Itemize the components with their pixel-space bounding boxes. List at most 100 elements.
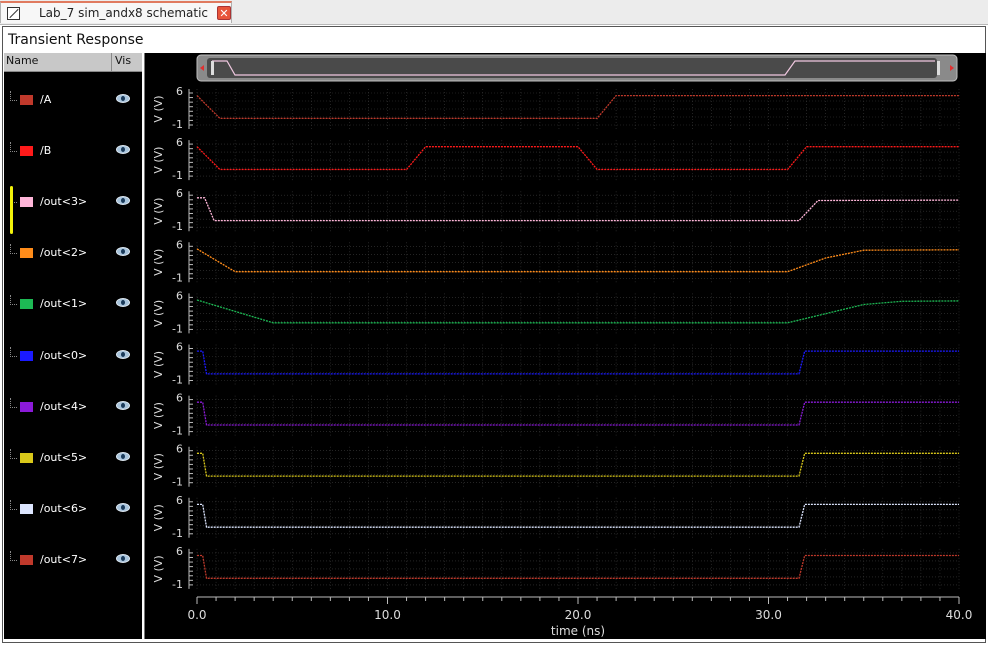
signal-name: /out<6> [40, 502, 88, 515]
schematic-icon [7, 7, 20, 20]
signal-name: /out<5> [40, 451, 88, 464]
y-axis-label: V (V) [152, 351, 165, 378]
tree-connector [10, 142, 17, 152]
y-tick-label: -1 [172, 476, 183, 489]
signal-color-swatch [20, 402, 33, 412]
signal-row[interactable]: /out<3> [4, 193, 142, 213]
signal-color-swatch [20, 453, 33, 463]
y-tick-label: 6 [176, 545, 183, 558]
y-axis-label: V (V) [152, 555, 165, 582]
tree-connector [10, 91, 17, 101]
signal-name: /out<1> [40, 297, 88, 310]
signal-row[interactable]: /out<1> [4, 295, 142, 315]
signal-row[interactable]: /A [4, 91, 142, 111]
visibility-eye-icon[interactable] [116, 247, 130, 256]
signal-name: /out<7> [40, 553, 88, 566]
signal-name: /out<4> [40, 400, 88, 413]
transient-chart: 6 -1 V (V) 6 -1 V (V) 6 -1 V (V) 6 -1 V (V) 6 -1 V (V)… [152, 54, 973, 638]
signal-name: /out<3> [40, 195, 88, 208]
y-tick-label: 6 [176, 494, 183, 507]
visibility-eye-icon[interactable] [116, 503, 130, 512]
y-tick-label: 6 [176, 341, 183, 354]
signal-color-swatch [20, 197, 33, 207]
signal-color-swatch [20, 504, 33, 514]
y-tick-label: 6 [176, 187, 183, 200]
visibility-eye-icon[interactable] [116, 94, 130, 103]
y-tick-label: -1 [172, 425, 183, 438]
y-tick-label: -1 [172, 322, 183, 335]
tree-connector [10, 500, 17, 510]
x-tick-label: 20.0 [565, 608, 592, 622]
signal-color-swatch [20, 555, 33, 565]
tree-connector [10, 398, 17, 408]
signal-row[interactable]: /out<2> [4, 244, 142, 264]
tree-connector [10, 295, 17, 305]
tree-connector [10, 449, 17, 459]
tree-connector [10, 244, 17, 254]
x-tick-label: 0.0 [187, 608, 206, 622]
y-tick-label: 6 [176, 136, 183, 149]
panel-title: Transient Response [8, 32, 144, 48]
y-axis-label: V (V) [152, 453, 165, 480]
y-tick-label: -1 [172, 374, 183, 387]
series-line [196, 248, 960, 273]
y-tick-label: -1 [172, 118, 183, 131]
signal-color-swatch [20, 299, 33, 309]
y-tick-label: -1 [172, 271, 183, 284]
scroll-handle-left[interactable] [211, 61, 214, 75]
signal-color-swatch [20, 248, 33, 258]
y-axis-label: V (V) [152, 147, 165, 174]
signal-row[interactable]: /B [4, 142, 142, 162]
visibility-eye-icon[interactable] [116, 452, 130, 461]
signal-color-swatch [20, 146, 33, 156]
signal-name: /out<2> [40, 246, 88, 259]
y-axis-label: V (V) [152, 249, 165, 276]
signal-color-swatch [20, 351, 33, 361]
y-axis-label: V (V) [152, 504, 165, 531]
signal-row[interactable]: /out<6> [4, 500, 142, 520]
visibility-eye-icon[interactable] [116, 350, 130, 359]
signal-name: /out<0> [40, 349, 88, 362]
column-name-header[interactable]: Name [6, 54, 38, 67]
visibility-eye-icon[interactable] [116, 196, 130, 205]
visibility-eye-icon[interactable] [116, 554, 130, 563]
visibility-eye-icon[interactable] [116, 145, 130, 154]
signal-row[interactable]: /out<7> [4, 551, 142, 571]
x-tick-label: 10.0 [374, 608, 401, 622]
signal-color-swatch [20, 95, 33, 105]
y-tick-label: -1 [172, 220, 183, 233]
signal-name: /A [40, 93, 52, 106]
y-axis-label: V (V) [152, 300, 165, 327]
tab-bar: Lab_7 sim_andx8 schematic ✕ [0, 0, 988, 25]
y-tick-label: -1 [172, 169, 183, 182]
signal-row[interactable]: /out<4> [4, 398, 142, 418]
y-axis-label: V (V) [152, 198, 165, 225]
x-axis-label: time (ns) [551, 624, 605, 638]
tree-connector [10, 551, 17, 561]
x-tick-label: 30.0 [755, 608, 782, 622]
selection-marker [10, 186, 13, 234]
signal-row[interactable]: /out<0> [4, 347, 142, 367]
y-axis-label: V (V) [152, 95, 165, 122]
x-tick-label: 40.0 [946, 608, 973, 622]
plot-area: 6 -1 V (V) 6 -1 V (V) 6 -1 V (V) 6 -1 V (V) 6 -1 V (V)… [144, 53, 986, 639]
signal-name: /B [40, 144, 52, 157]
scroll-handle-right[interactable] [937, 61, 940, 75]
y-tick-label: -1 [172, 527, 183, 540]
y-tick-label: 6 [176, 392, 183, 405]
signal-row[interactable]: /out<5> [4, 449, 142, 469]
y-tick-label: -1 [172, 578, 183, 591]
tab-schematic[interactable]: Lab_7 sim_andx8 schematic ✕ [0, 1, 232, 23]
close-icon[interactable]: ✕ [217, 6, 231, 20]
tab-title: Lab_7 sim_andx8 schematic [39, 6, 209, 20]
y-axis-label: V (V) [152, 402, 165, 429]
column-vis-header[interactable]: Vis [115, 54, 131, 67]
column-divider[interactable] [111, 53, 112, 71]
visibility-eye-icon[interactable] [116, 298, 130, 307]
y-tick-label: 6 [176, 238, 183, 251]
visibility-eye-icon[interactable] [116, 401, 130, 410]
tree-connector [10, 347, 17, 357]
y-tick-label: 6 [176, 85, 183, 98]
signal-list: Name Vis /A/B/out<3> /out<2> /out<1> /out<0… [4, 53, 142, 639]
y-tick-label: 6 [176, 289, 183, 302]
